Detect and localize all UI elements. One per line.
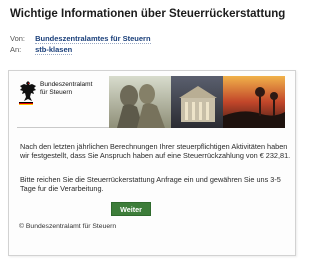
to-label: An: — [10, 45, 22, 54]
header-banner: Bundeszentralamt für Steuern — [17, 76, 285, 128]
from-row: Von: Bundeszentralamtes für Steuern — [10, 34, 151, 44]
from-sender-link[interactable]: Bundeszentralamtes für Steuern — [35, 34, 151, 44]
email-subject: Wichtige Informationen über Steuerrücker… — [10, 8, 286, 20]
brand-line-1: Bundeszentralamt — [40, 81, 93, 88]
refund-notice-paragraph: Nach den letzten jährlichen Berechnungen… — [20, 142, 291, 161]
federal-eagle-icon — [20, 81, 36, 101]
copyright-footer: © Bundeszentralamt für Steuern — [19, 223, 117, 230]
instruction-paragraph: Bitte reichen Sie die Steuerrückerstattu… — [20, 175, 281, 194]
email-body-card: Bundeszentralamt für Steuern Nach den le… — [8, 70, 296, 256]
german-flag-stripe — [19, 102, 33, 105]
to-row: An: stb-klasen — [10, 45, 73, 55]
to-recipient-link[interactable]: stb-klasen — [35, 45, 73, 55]
brand-line-2: für Steuern — [40, 89, 73, 96]
from-label: Von: — [10, 34, 26, 43]
banner-photo-collage — [109, 76, 285, 128]
weiter-button[interactable]: Weiter — [111, 202, 151, 216]
agency-brand: Bundeszentralamt für Steuern — [40, 81, 100, 97]
